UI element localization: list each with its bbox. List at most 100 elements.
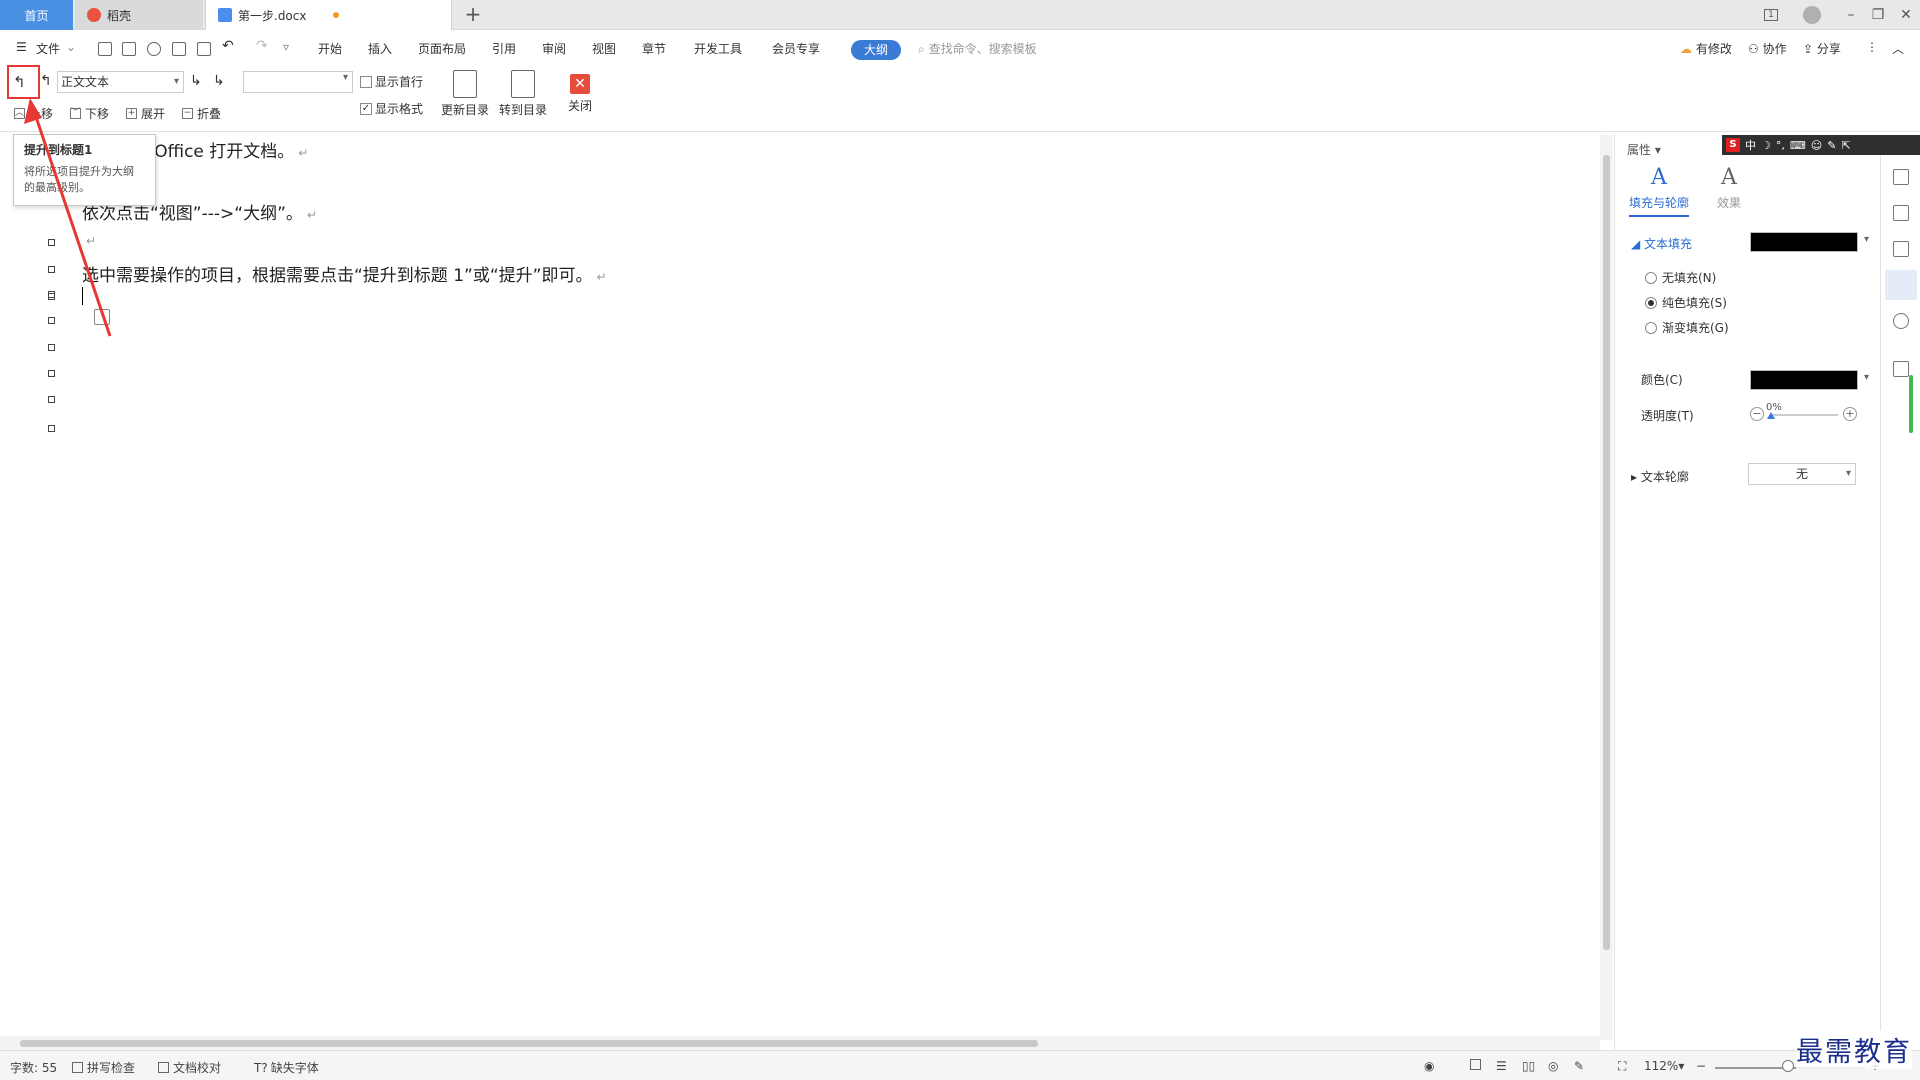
update-toc-button[interactable]: 更新目录 — [437, 70, 493, 118]
outline-bullet[interactable] — [48, 425, 55, 432]
ime-mode[interactable]: 中 — [1745, 137, 1756, 153]
minus-circle-icon[interactable]: − — [1750, 407, 1764, 421]
tab-home[interactable]: 首页 — [0, 0, 73, 30]
cursor-icon[interactable] — [1893, 241, 1909, 257]
changes-button[interactable]: ☁ 有修改 — [1680, 40, 1732, 57]
horizontal-scrollbar[interactable] — [0, 1036, 1600, 1050]
menu-member[interactable]: 会员专享 — [772, 40, 820, 57]
expand-icon[interactable]: ⇱ — [1841, 139, 1850, 152]
text-fill-color-swatch[interactable] — [1750, 232, 1869, 252]
radio-no-fill[interactable]: 无填充(N) — [1645, 269, 1716, 286]
promote-icon[interactable]: ↰ — [40, 73, 52, 89]
reading-view-icon[interactable]: ▯▯ — [1522, 1059, 1535, 1073]
undo-icon[interactable]: ↶ — [222, 38, 234, 54]
missing-font-button[interactable]: T? 缺失字体 — [254, 1059, 319, 1076]
rocket-icon[interactable] — [1893, 169, 1909, 185]
customize-qa-icon[interactable]: ▿ — [283, 40, 289, 54]
moon-icon[interactable]: ☽ — [1761, 139, 1771, 152]
menu-section[interactable]: 章节 — [642, 40, 666, 57]
outline-bullet[interactable] — [48, 370, 55, 377]
pen-icon[interactable] — [1893, 205, 1909, 221]
zoom-slider-handle[interactable] — [1782, 1060, 1794, 1072]
new-doc-icon[interactable] — [98, 42, 112, 56]
save-icon[interactable] — [122, 42, 136, 56]
paste-options-icon[interactable] — [94, 309, 110, 325]
panel-title[interactable]: 属性 ▾ — [1627, 141, 1661, 158]
menu-insert[interactable]: 插入 — [368, 40, 392, 57]
restore-button[interactable]: ❐ — [1864, 0, 1892, 30]
radio-gradient-fill[interactable]: 渐变填充(G) — [1645, 319, 1729, 336]
fit-page-icon[interactable]: ⛶ — [1618, 1059, 1626, 1074]
text-fill-section[interactable]: ◢ 文本填充 — [1631, 235, 1692, 252]
collapse-button[interactable]: − 折叠 — [182, 105, 221, 122]
print-icon[interactable] — [172, 42, 186, 56]
collapse-ribbon-icon[interactable]: ︿ — [1892, 40, 1904, 57]
outline-bullet[interactable] — [48, 317, 55, 324]
transparency-slider[interactable] — [1770, 414, 1838, 416]
close-outline-button[interactable]: ✕ 关闭 — [552, 70, 608, 114]
more-icon[interactable]: ⋮ — [1866, 40, 1878, 54]
collaborate-button[interactable]: ⚇ 协作 — [1748, 40, 1787, 57]
outline-bullet[interactable] — [48, 266, 55, 273]
user-icon[interactable]: ☺ — [1811, 139, 1822, 152]
menu-outline-active[interactable]: 大纲 — [851, 40, 901, 60]
demote-icon[interactable]: ↳ — [190, 73, 202, 89]
punct-icon[interactable]: °, — [1776, 139, 1785, 152]
share-button[interactable]: ⇪ 分享 — [1803, 40, 1841, 57]
show-level-select[interactable] — [243, 71, 353, 93]
page-indicator-icon[interactable]: 1 — [1757, 0, 1785, 30]
menu-file[interactable]: 文件 — [36, 40, 60, 57]
move-up-button[interactable]: ︿ 上移 — [14, 105, 53, 122]
menu-review[interactable]: 审阅 — [542, 40, 566, 57]
expand-button[interactable]: + 展开 — [126, 105, 165, 122]
close-window-button[interactable]: ✕ — [1892, 0, 1920, 30]
format-painter-icon[interactable] — [147, 42, 161, 56]
tab-effect[interactable]: A 效果 — [1697, 165, 1761, 211]
text-icon[interactable] — [1893, 361, 1909, 377]
outline-bullet[interactable] — [48, 293, 55, 300]
text-outline-select[interactable]: 无 ▾ — [1748, 463, 1856, 485]
menu-page-layout[interactable]: 页面布局 — [418, 40, 466, 57]
eye-icon[interactable]: ◉ — [1424, 1059, 1434, 1073]
doc-proof-button[interactable]: 文档校对 — [158, 1059, 221, 1076]
hamburger-icon[interactable]: ☰ — [16, 40, 27, 54]
outline-bullet[interactable] — [48, 396, 55, 403]
new-tab-button[interactable]: + — [462, 4, 484, 26]
tab-document[interactable]: 第一步.docx — [205, 0, 452, 30]
settings-sliders-icon[interactable] — [1885, 270, 1917, 300]
menu-view[interactable]: 视图 — [592, 40, 616, 57]
page-view-icon[interactable] — [1470, 1059, 1485, 1070]
tab-fill-outline[interactable]: A 填充与轮廓 — [1627, 165, 1691, 217]
slider-handle[interactable] — [1767, 412, 1775, 419]
zoom-level[interactable]: 112% ▾ — [1644, 1059, 1684, 1073]
text-outline-section[interactable]: ▸ 文本轮廓 — [1631, 468, 1689, 485]
move-down-button[interactable]: ﹀ 下移 — [70, 105, 109, 122]
goto-toc-button[interactable]: 转到目录 — [495, 70, 551, 118]
paragraph-1[interactable]: s·Office 打开文档。 ↵ — [140, 137, 308, 162]
chevron-down-icon[interactable]: ⌄ — [66, 40, 76, 54]
help-icon[interactable] — [1893, 313, 1909, 329]
spell-check-button[interactable]: 拼写检查 — [72, 1059, 135, 1076]
zoom-out-button[interactable]: − — [1696, 1059, 1706, 1073]
vertical-scroll-thumb[interactable] — [1603, 155, 1610, 950]
horizontal-scroll-thumb[interactable] — [20, 1040, 1038, 1047]
vertical-scrollbar[interactable] — [1600, 135, 1613, 1040]
tab-daoke[interactable]: 稻壳 — [75, 0, 203, 30]
paragraph-empty[interactable]: ↵ — [82, 230, 96, 250]
color-swatch[interactable] — [1750, 370, 1869, 390]
word-count[interactable]: 字数: 55 — [10, 1059, 57, 1076]
print-preview-icon[interactable] — [197, 42, 211, 56]
minimize-button[interactable]: – — [1837, 0, 1865, 30]
menu-start[interactable]: 开始 — [318, 40, 342, 57]
search-command[interactable]: ⌕ 查找命令、搜索模板 — [918, 40, 1037, 57]
show-first-line-checkbox[interactable]: 显示首行 — [360, 73, 423, 90]
web-view-icon[interactable]: ◎ — [1548, 1059, 1558, 1073]
user-avatar[interactable] — [1798, 0, 1826, 30]
plus-circle-icon[interactable]: + — [1843, 407, 1857, 421]
menu-reference[interactable]: 引用 — [492, 40, 516, 57]
demote-to-body-icon[interactable]: ↳ — [213, 73, 225, 89]
outline-level-select[interactable]: 正文文本 — [57, 71, 184, 93]
menu-developer[interactable]: 开发工具 — [694, 40, 742, 57]
outline-view-icon[interactable]: ☰ — [1496, 1059, 1507, 1073]
tools-icon[interactable]: ✎ — [1827, 139, 1836, 152]
